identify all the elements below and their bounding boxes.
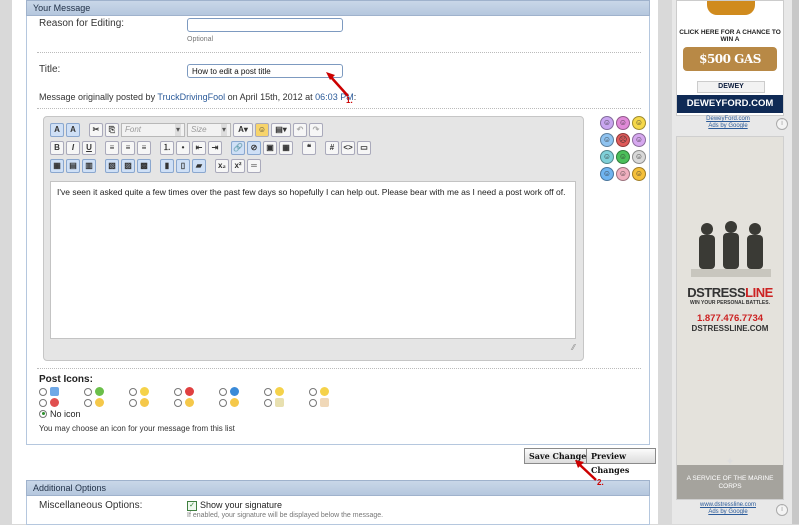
dewey-ford-ad[interactable]: CLICK HERE FOR A CHANCE TO WIN A $500 GA…: [676, 0, 784, 116]
ad2-url-link[interactable]: www.dstressline.com: [672, 502, 784, 509]
annotation-label-1: 1.: [346, 96, 353, 105]
ad2-brand-a: DSTRESS: [687, 285, 746, 300]
ad2-brand-b: LINE: [745, 285, 773, 300]
window-scrollbar[interactable]: [792, 0, 799, 524]
marine-corps-emblem-icon: ✦: [725, 456, 735, 468]
annotation-label-2: 2.: [597, 478, 604, 487]
ad2-phone: 1.877.476.7734: [696, 313, 764, 324]
content-frame: Your Message Reason for Editing: Optiona…: [12, 0, 658, 525]
ad1-ads-by-google[interactable]: Ads by Google: [672, 123, 784, 130]
ad2-ads-by-google[interactable]: Ads by Google: [672, 509, 784, 516]
ad2-footer: ✦ A SERVICE OF THE MARINE CORPS: [677, 456, 783, 499]
ad-info-icon[interactable]: i: [776, 504, 788, 516]
ad1-headline: CLICK HERE FOR A CHANCE TO WIN A: [679, 29, 781, 43]
ad-info-icon[interactable]: i: [776, 118, 788, 130]
car-image: [707, 1, 755, 15]
annotation-arrow-1: [329, 75, 349, 97]
ad2-tagline: WIN YOUR PERSONAL BATTLES.: [689, 300, 770, 306]
annotation-arrows: [326, 72, 597, 481]
ad-sidebar: CLICK HERE FOR A CHANCE TO WIN A $500 GA…: [672, 0, 792, 524]
ad1-url-link[interactable]: DeweyFord.com: [672, 116, 784, 123]
soldiers-image: [691, 221, 771, 277]
ad2-footer-text: A SERVICE OF THE MARINE CORPS: [686, 475, 774, 490]
dstressline-ad[interactable]: DSTRESSLINE WIN YOUR PERSONAL BATTLES. 1…: [676, 136, 784, 500]
ad2-site: DSTRESSLINE.COM: [691, 324, 769, 333]
ad1-gas-card: $500 GAS CARD: [683, 47, 777, 90]
ad1-dewey-logo: DEWEY: [697, 81, 765, 93]
annotation-arrow-2: [579, 464, 597, 481]
ad1-banner: DEWEYFORD.COM: [677, 95, 783, 113]
ad2-brand: DSTRESSLINE: [677, 285, 783, 300]
